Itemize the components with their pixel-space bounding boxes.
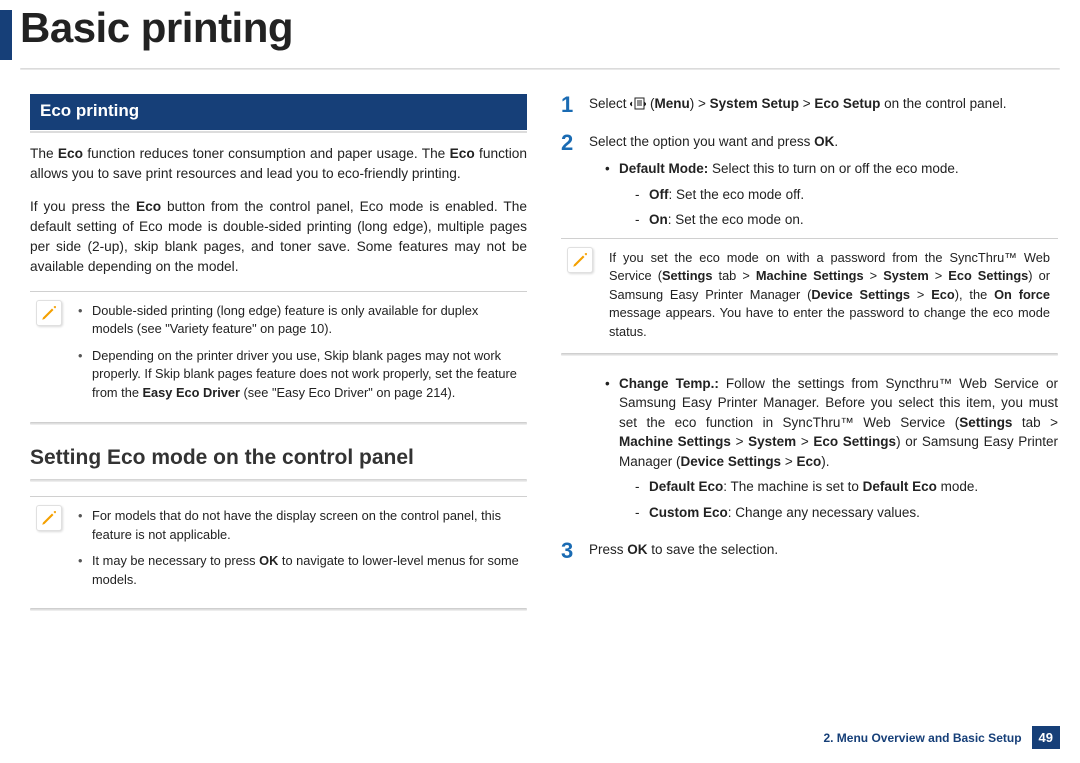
option-default-mode: Default Mode: Select this to turn on or … [605, 159, 1058, 230]
step-1: 1 Select (Menu) > System Setup > Eco Set… [561, 94, 1058, 122]
menu-icon [630, 97, 646, 111]
note-icon [36, 300, 62, 326]
note2-item-2: It may be necessary to press OK to navig… [78, 552, 519, 589]
subheading-setting-eco: Setting Eco mode on the control panel [30, 443, 527, 473]
option-on: On: Set the eco mode on. [635, 210, 1058, 230]
step3-text: Press OK to save the selection. [589, 540, 1058, 560]
note-icon [36, 505, 62, 531]
step2-text: Select the option you want and press OK. [589, 132, 1058, 152]
subheading-divider [30, 479, 527, 482]
eco-intro-p1: The Eco function reduces toner consumpti… [30, 144, 527, 184]
title-accent-bar [0, 10, 12, 60]
option-change-temp: Change Temp.: Follow the settings from S… [605, 374, 1058, 523]
note-icon [567, 247, 593, 273]
step-2: 2 Select the option you want and press O… [561, 132, 1058, 531]
page-number: 49 [1032, 726, 1060, 749]
note2-item-1: For models that do not have the display … [78, 507, 519, 544]
option-off: Off: Set the eco mode off. [635, 185, 1058, 205]
step-number-3: 3 [561, 540, 589, 568]
option-default-eco: Default Eco: The machine is set to Defau… [635, 477, 1058, 497]
content-columns: Eco printing The Eco function reduces to… [0, 70, 1080, 629]
step1-text: Select (Menu) > System Setup > Eco Setup… [589, 94, 1058, 114]
right-column: 1 Select (Menu) > System Setup > Eco Set… [561, 94, 1058, 629]
step-3: 3 Press OK to save the selection. [561, 540, 1058, 568]
section-banner-eco-printing: Eco printing [30, 94, 527, 130]
note-box-2: For models that do not have the display … [30, 496, 527, 611]
page-header: Basic printing [0, 0, 1080, 60]
page-footer: 2. Menu Overview and Basic Setup 49 [823, 726, 1060, 749]
note1-item-2: Depending on the printer driver you use,… [78, 347, 519, 403]
note1-item-1: Double-sided printing (long edge) featur… [78, 302, 519, 339]
chapter-label: 2. Menu Overview and Basic Setup [823, 731, 1021, 745]
left-column: Eco printing The Eco function reduces to… [30, 94, 527, 629]
page-title: Basic printing [20, 4, 293, 60]
note-box-1: Double-sided printing (long edge) featur… [30, 291, 527, 425]
note3-text: If you set the eco mode on with a passwo… [609, 249, 1050, 342]
step-number-1: 1 [561, 94, 589, 122]
eco-intro-p2: If you press the Eco button from the con… [30, 197, 527, 276]
note-box-3: If you set the eco mode on with a passwo… [561, 238, 1058, 356]
option-custom-eco: Custom Eco: Change any necessary values. [635, 503, 1058, 523]
